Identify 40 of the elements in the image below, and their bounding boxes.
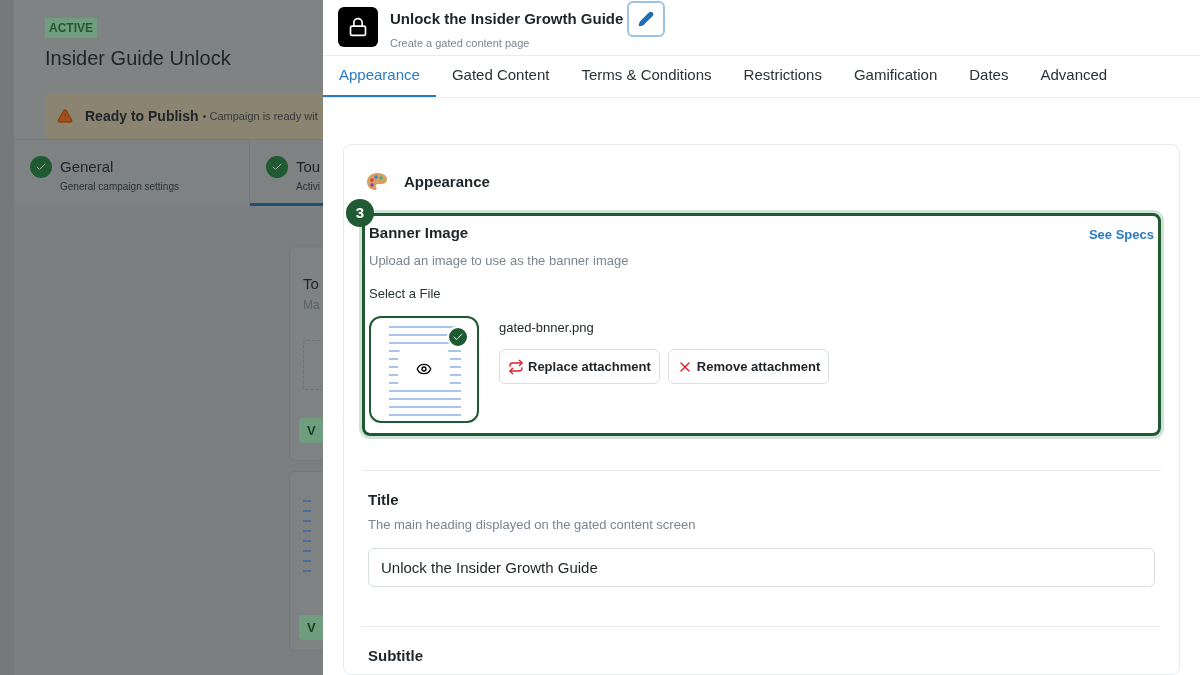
panel-title: Unlock the Insider Growth Guide [390, 8, 624, 29]
field-description: The main heading displayed on the gated content screen [368, 516, 697, 535]
tab[interactable]: Gamification [837, 56, 954, 97]
step-title: Tou [296, 157, 321, 177]
alert-title: Ready to Publish [85, 106, 199, 126]
tab[interactable]: Appearance [323, 56, 436, 97]
banner-description: Upload an image to use as the banner image [369, 251, 630, 270]
section-title: Appearance [404, 171, 490, 192]
panel-subtitle: Create a gated content page [390, 36, 531, 51]
step-title: General [60, 157, 115, 177]
alert-message: • Campaign is ready wit [202, 108, 318, 124]
field-label: Subtitle [368, 645, 424, 666]
tab[interactable]: Dates [953, 56, 1025, 97]
palette-icon [366, 172, 388, 193]
status-tag: V [299, 417, 323, 443]
status-badge: ACTIVE [45, 18, 97, 38]
step-subtitle: Activi [296, 179, 321, 194]
card-title: To [303, 274, 320, 294]
tab[interactable]: Restrictions [727, 56, 838, 97]
title-input-field[interactable]: Unlock the Insider Growth Guide [368, 547, 1155, 587]
step-subtitle: General campaign settings [60, 179, 179, 194]
lock-icon [338, 7, 378, 47]
campaign-title: Insider Guide Unlock [45, 46, 232, 71]
remove-attachment-button[interactable]: Remove attachment [667, 349, 830, 385]
file-name: gated-bnner.png [499, 318, 595, 337]
tab[interactable]: Gated Content [435, 56, 566, 97]
swap-arrows-icon [508, 358, 524, 375]
image-thumbnail[interactable] [369, 315, 479, 423]
field-label: Title [368, 489, 400, 510]
pencil-icon [638, 11, 655, 27]
warning-icon [57, 108, 73, 124]
step-number-badge: 3 [346, 199, 374, 228]
replace-attachment-button[interactable]: Replace attachment [499, 349, 660, 385]
edit-button[interactable] [627, 1, 666, 37]
tab[interactable]: Terms & Conditions [565, 56, 728, 97]
status-tag: V [299, 614, 323, 640]
file-label: Select a File [369, 285, 442, 304]
see-specs-link[interactable]: See Specs [1088, 225, 1154, 245]
step-tab[interactable]: General General campaign settings [14, 140, 250, 206]
tab[interactable]: Advanced [1024, 56, 1124, 97]
